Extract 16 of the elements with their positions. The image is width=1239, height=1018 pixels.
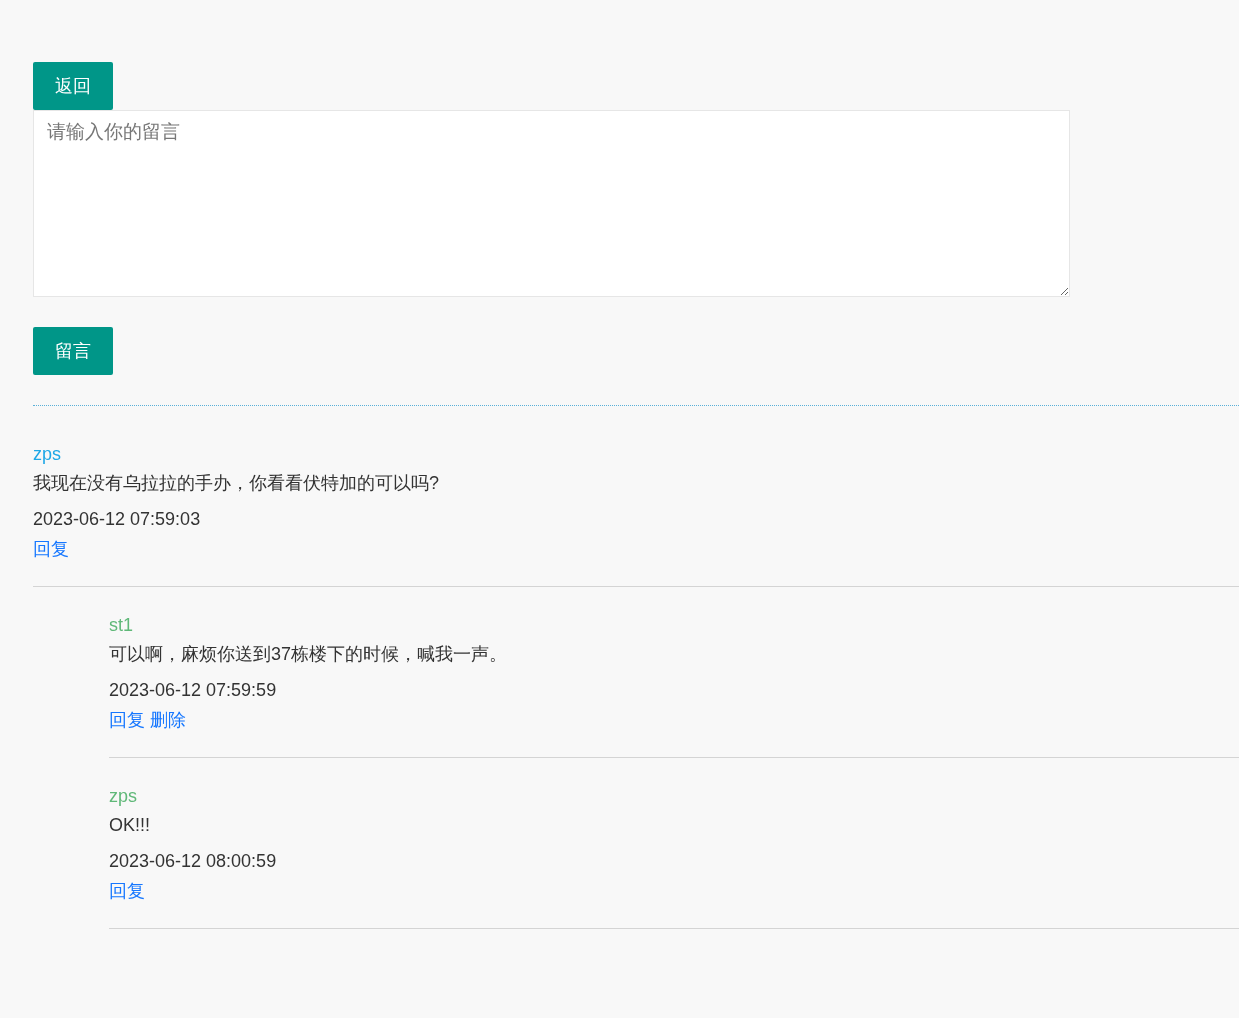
action-link[interactable]: 删除 (150, 705, 186, 735)
action-link[interactable]: 回复 (33, 534, 69, 564)
comment-text: 可以啊，麻烦你送到37栋楼下的时候，喊我一声。 (109, 643, 508, 666)
author-name: zps (109, 785, 137, 808)
author-name: zps (33, 443, 61, 466)
comment-time: 2023-06-12 08:00:59 (109, 850, 277, 873)
author-name: st1 (109, 614, 133, 637)
comment-time: 2023-06-12 07:59:03 (33, 508, 201, 531)
message-input[interactable]: 请输入你的留言 (33, 110, 1070, 297)
action-link[interactable]: 回复 (109, 876, 145, 906)
back-button[interactable]: 返回 (33, 62, 113, 110)
submit-button[interactable]: 留言 (33, 327, 113, 375)
comment-time: 2023-06-12 07:59:59 (109, 679, 277, 702)
action-link[interactable]: 回复 (109, 705, 145, 735)
comment-text: OK!!! (109, 814, 150, 837)
comment-text: 我现在没有乌拉拉的手办，你看看伏特加的可以吗? (33, 472, 439, 495)
